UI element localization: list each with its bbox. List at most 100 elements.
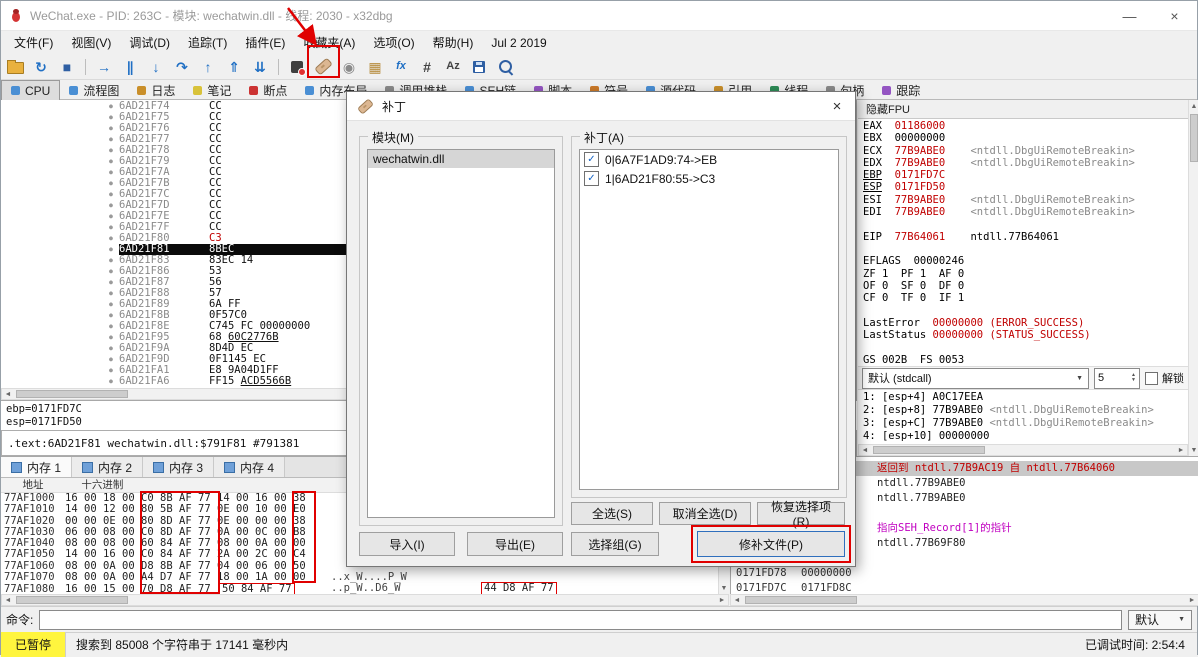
register-line[interactable]: EFLAGS 00000246 [863, 255, 1183, 267]
register-line[interactable]: ESI 77B9ABE0 <ntdll.DbgUiRemoteBreakin> [863, 194, 1183, 206]
breakpoint-gutter[interactable] [1, 211, 103, 222]
breakpoint-gutter[interactable] [1, 266, 103, 277]
dump-row[interactable]: 77AF1080 16 00 15 00 70 D8 AF 77 50 84 AF 77 ..p_W… [1, 582, 729, 594]
patches-list[interactable]: ✓ 0|6A7F1AD9:74->EB ✓ 1|6AD21F80:55->C3 [579, 149, 839, 490]
scroll-thumb[interactable] [1190, 114, 1198, 162]
tab-笔记[interactable]: 笔记 [184, 80, 240, 100]
register-line[interactable]: EBP 0171FD7C [863, 169, 1183, 181]
menu-item[interactable]: 插件(E) [236, 31, 294, 54]
breakpoint-gutter[interactable] [1, 365, 103, 376]
execute-till-return-icon[interactable]: ↑ [196, 56, 220, 78]
breakpoint-gutter[interactable] [1, 145, 103, 156]
menu-item[interactable]: 调试(D) [120, 31, 179, 54]
checkbox-icon[interactable]: ✓ [584, 171, 599, 186]
args-count-spinner[interactable]: 5 ▲ ▼ [1094, 367, 1140, 389]
breakpoint-gutter[interactable] [1, 310, 103, 321]
settings-gear-icon[interactable]: ◉ [337, 56, 361, 78]
register-line[interactable]: ECX 77B9ABE0 <ntdll.DbgUiRemoteBreakin> [863, 145, 1183, 157]
register-line[interactable]: EIP 77B64061 ntdll.77B64061 [863, 231, 1183, 243]
breakpoint-gutter[interactable] [1, 101, 103, 112]
menu-item[interactable]: Jul 2 2019 [482, 33, 555, 53]
command-profile-select[interactable]: 默认 ▼ [1128, 609, 1192, 630]
tab-CPU[interactable]: CPU [1, 80, 61, 100]
save-database-icon[interactable] [467, 56, 491, 78]
register-line[interactable]: EBX 00000000 [863, 132, 1183, 144]
register-line[interactable] [863, 218, 1183, 230]
deselect-all-button[interactable]: 取消全选(D) [659, 502, 751, 525]
breakpoint-gutter[interactable] [1, 200, 103, 211]
stack-argument-line[interactable]: 1: [esp+4] A0C17EEA [863, 391, 1183, 404]
register-line[interactable]: ZF 1 PF 1 AF 0 [863, 268, 1183, 280]
breakpoint-gutter[interactable] [1, 255, 103, 266]
patches-icon[interactable] [311, 56, 335, 78]
scroll-left-arrow-icon[interactable]: ◄ [859, 445, 871, 455]
stack-argument-line[interactable]: 4: [esp+10] 00000000 [863, 430, 1183, 443]
breakpoint-gutter[interactable] [1, 332, 103, 343]
dump-hscrollbar[interactable]: ◄ ► [1, 594, 729, 606]
register-line[interactable]: CF 0 TF 0 IF 1 [863, 292, 1183, 304]
register-line[interactable]: EDX 77B9ABE0 <ntdll.DbgUiRemoteBreakin> [863, 157, 1183, 169]
register-line[interactable]: LastStatus 00000000 (STATUS_SUCCESS) [863, 329, 1183, 341]
pick-groups-button[interactable]: 选择组(G) [571, 532, 659, 556]
scroll-right-arrow-icon[interactable]: ► [1186, 595, 1198, 605]
modules-list[interactable]: wechatwin.dll [367, 149, 555, 518]
trace-icon[interactable]: ⇊ [248, 56, 272, 78]
minimize-button[interactable]: — [1107, 1, 1152, 30]
menu-item[interactable]: 选项(O) [364, 31, 423, 54]
register-line[interactable]: EDI 77B9ABE0 <ntdll.DbgUiRemoteBreakin> [863, 206, 1183, 218]
register-line[interactable] [863, 341, 1183, 353]
tab-断点[interactable]: 断点 [240, 80, 296, 100]
menu-item[interactable]: 追踪(T) [179, 31, 236, 54]
calling-convention-select[interactable]: 默认 (stdcall) ▼ [862, 367, 1089, 389]
open-file-icon[interactable] [3, 56, 27, 78]
dump-tab-内存 1[interactable]: 内存 1 [1, 457, 73, 477]
scroll-thumb[interactable] [16, 390, 128, 398]
stack-argument-line[interactable]: 2: [esp+8] 77B9ABE0 <ntdll.DbgUiRemoteBr… [863, 404, 1183, 417]
register-line[interactable]: OF 0 SF 0 DF 0 [863, 280, 1183, 292]
notes-icon[interactable] [285, 56, 309, 78]
breakpoint-gutter[interactable] [1, 189, 103, 200]
register-line[interactable]: GS 002B FS 0053 [863, 354, 1183, 366]
strings-icon[interactable]: Az [441, 56, 465, 78]
breakpoint-gutter[interactable] [1, 244, 103, 255]
breakpoint-gutter[interactable] [1, 376, 103, 387]
close-button[interactable]: × [1152, 1, 1197, 30]
scroll-down-arrow-icon[interactable]: ▼ [1189, 444, 1198, 456]
breakpoint-gutter[interactable] [1, 178, 103, 189]
breakpoint-gutter[interactable] [1, 321, 103, 332]
stop-icon[interactable]: ■ [55, 56, 79, 78]
command-input[interactable] [39, 609, 1122, 630]
registers-vscrollbar[interactable]: ▲ ▼ [1188, 100, 1198, 456]
scroll-right-arrow-icon[interactable]: ► [1175, 445, 1187, 455]
dump-tab-内存 3[interactable]: 内存 3 [143, 457, 215, 477]
breakpoint-gutter[interactable] [1, 343, 103, 354]
hide-fpu-button[interactable]: 隐藏FPU [858, 100, 1198, 119]
step-into-icon[interactable]: ↓ [144, 56, 168, 78]
dialog-close-button[interactable]: × [819, 92, 855, 120]
memory-grid-icon[interactable]: ▦ [363, 56, 387, 78]
search-memory-icon[interactable] [493, 56, 517, 78]
menu-item[interactable]: 帮助(H) [424, 31, 483, 54]
breakpoint-gutter[interactable] [1, 288, 103, 299]
breakpoint-gutter[interactable] [1, 112, 103, 123]
import-button[interactable]: 导入(I) [359, 532, 455, 556]
breakpoint-gutter[interactable] [1, 277, 103, 288]
dump-tab-内存 2[interactable]: 内存 2 [72, 457, 144, 477]
tab-跟踪[interactable]: 跟踪 [873, 80, 929, 100]
restore-selected-button[interactable]: 恢复选择项(R) [757, 500, 845, 529]
scroll-down-arrow-icon[interactable]: ▼ [719, 582, 729, 594]
run-icon[interactable]: → [92, 56, 116, 78]
patch-list-item[interactable]: ✓ 0|6A7F1AD9:74->EB [580, 150, 838, 169]
patch-file-button[interactable]: 修补文件(P) [697, 531, 845, 557]
breakpoint-gutter[interactable] [1, 299, 103, 310]
hash-icon[interactable]: # [415, 56, 439, 78]
scroll-left-arrow-icon[interactable]: ◄ [731, 595, 743, 605]
scroll-left-arrow-icon[interactable]: ◄ [2, 389, 14, 399]
scroll-up-arrow-icon[interactable]: ▲ [1189, 100, 1198, 112]
patch-list-item[interactable]: ✓ 1|6AD21F80:55->C3 [580, 169, 838, 188]
register-line[interactable]: LastError 00000000 (ERROR_SUCCESS) [863, 317, 1183, 329]
stack-row[interactable]: 0171FD78 00000000 [731, 566, 1198, 581]
step-out-icon[interactable]: ⇑ [222, 56, 246, 78]
menu-item[interactable]: 收藏夹(A) [294, 31, 364, 54]
checkbox-icon[interactable] [1145, 371, 1158, 385]
